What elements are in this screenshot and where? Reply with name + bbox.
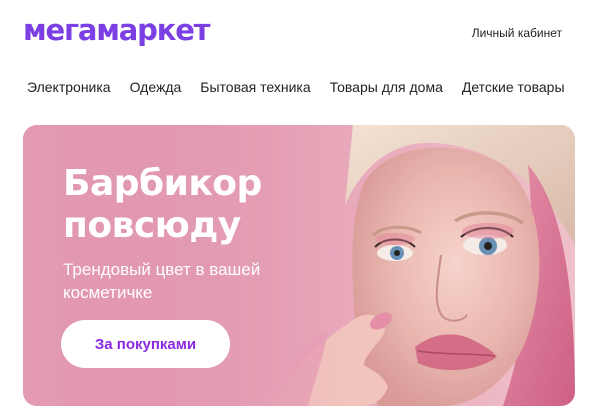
- promo-banner[interactable]: Барбикор повсюду Трендовый цвет в вашей …: [23, 125, 575, 406]
- megamarket-logo[interactable]: мегамаркет: [23, 12, 210, 48]
- banner-subtitle: Трендовый цвет в вашей косметичке: [63, 258, 260, 304]
- banner-title: Барбикор повсюду: [63, 163, 262, 247]
- nav-item-electronics[interactable]: Электроника: [27, 78, 111, 96]
- email-page: мегамаркет Личный кабинет Электроника Од…: [0, 0, 600, 415]
- shop-now-button[interactable]: За покупками: [61, 320, 230, 368]
- nav-item-home-goods[interactable]: Товары для дома: [330, 78, 443, 96]
- banner-subtitle-line-1: Трендовый цвет в вашей: [63, 260, 261, 279]
- category-nav: Электроника Одежда Бытовая техника Товар…: [27, 78, 565, 96]
- banner-title-line-2: повсюду: [63, 205, 241, 246]
- account-link[interactable]: Личный кабинет: [472, 26, 562, 40]
- nav-item-clothing[interactable]: Одежда: [130, 78, 182, 96]
- nav-item-appliances[interactable]: Бытовая техника: [200, 78, 310, 96]
- banner-title-line-1: Барбикор: [63, 163, 262, 204]
- banner-subtitle-line-2: косметичке: [63, 283, 153, 302]
- nav-item-kids-goods[interactable]: Детские товары: [462, 78, 565, 96]
